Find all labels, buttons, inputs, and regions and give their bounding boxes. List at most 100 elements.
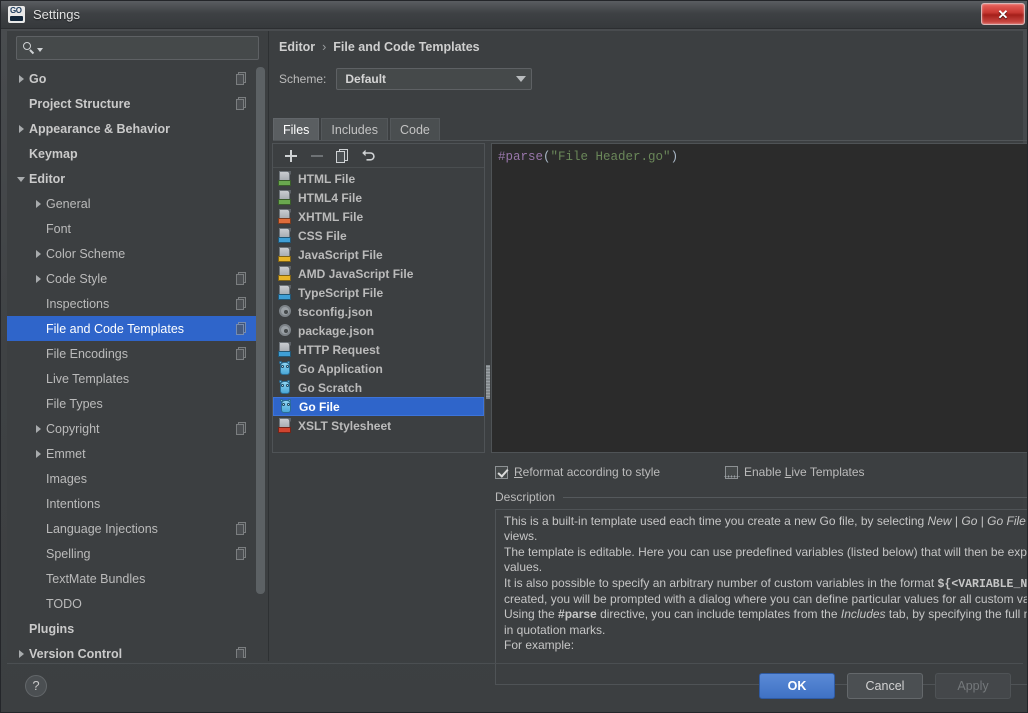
sidebar-item-todo[interactable]: TODO xyxy=(7,591,261,616)
sidebar-item-editor[interactable]: Editor xyxy=(7,166,261,191)
chevron-down-icon[interactable] xyxy=(15,172,29,186)
list-item[interactable]: AMD JavaScript File xyxy=(273,264,484,283)
close-icon: ✕ xyxy=(997,6,1009,22)
sidebar-item-spelling[interactable]: Spelling xyxy=(7,541,261,566)
focus-indicator xyxy=(724,475,740,478)
undo-icon xyxy=(362,149,375,161)
templates-workspace: HTML File HTML4 File XHTML File CSS File Jav… xyxy=(272,143,1027,453)
sidebar-scrollbar-thumb[interactable] xyxy=(256,67,265,594)
breadcrumb-root[interactable]: Editor xyxy=(279,40,315,54)
list-item[interactable]: package.json xyxy=(273,321,484,340)
scheme-label: Scheme: xyxy=(279,72,327,86)
copy-settings-icon[interactable] xyxy=(236,347,248,360)
chevron-down-icon[interactable] xyxy=(37,47,43,52)
reset-template-button[interactable] xyxy=(357,146,381,166)
chevron-right-icon[interactable] xyxy=(15,647,29,659)
sidebar-item-code-style[interactable]: Code Style xyxy=(7,266,261,291)
sidebar-item-file-types[interactable]: File Types xyxy=(7,391,261,416)
sidebar-item-font[interactable]: Font xyxy=(7,216,261,241)
xslt-stylesheet-icon xyxy=(278,418,292,433)
description-legend-label: Description xyxy=(495,490,556,504)
list-item[interactable]: HTTP Request xyxy=(273,340,484,359)
sidebar-item-language-injections[interactable]: Language Injections xyxy=(7,516,261,541)
sidebar-item-label: Emmet xyxy=(46,446,86,461)
copy-settings-icon[interactable] xyxy=(236,72,248,85)
list-item[interactable]: Go Application xyxy=(273,359,484,378)
sidebar-item-general[interactable]: General xyxy=(7,191,261,216)
list-item[interactable]: Go Scratch xyxy=(273,378,484,397)
chevron-right-icon[interactable] xyxy=(15,72,29,86)
sidebar-item-plugins[interactable]: Plugins xyxy=(7,616,261,641)
template-name: CSS File xyxy=(298,228,347,243)
breadcrumb-separator-icon: › xyxy=(322,40,327,54)
remove-template-button xyxy=(305,146,329,166)
sidebar-item-version-control[interactable]: Version Control xyxy=(7,641,261,658)
sidebar-item-textmate-bundles[interactable]: TextMate Bundles xyxy=(7,566,261,591)
template-list-toolbar xyxy=(273,144,484,168)
sidebar-item-keymap[interactable]: Keymap xyxy=(7,141,261,166)
live-templates-checkbox[interactable]: Enable Live Templates xyxy=(725,465,865,479)
cancel-button[interactable]: Cancel xyxy=(847,672,923,699)
chevron-right-icon[interactable] xyxy=(32,272,46,286)
help-button[interactable]: ? xyxy=(25,674,47,697)
chevron-right-icon[interactable] xyxy=(32,447,46,461)
sidebar-item-inspections[interactable]: Inspections xyxy=(7,291,261,316)
sidebar-item-label: File Encodings xyxy=(46,346,128,361)
sidebar-item-file-encodings[interactable]: File Encodings xyxy=(7,341,261,366)
reformat-label-rest: eformat according to style xyxy=(522,465,661,479)
copy-template-button[interactable] xyxy=(331,146,355,166)
chevron-right-icon[interactable] xyxy=(15,122,29,136)
copy-settings-icon[interactable] xyxy=(236,547,248,560)
sidebar-item-project-structure[interactable]: Project Structure xyxy=(7,91,261,116)
chevron-right-icon[interactable] xyxy=(32,422,46,436)
list-item[interactable]: HTML File xyxy=(273,169,484,188)
copy-settings-icon[interactable] xyxy=(236,647,248,658)
sidebar-item-file-and-code-templates[interactable]: File and Code Templates xyxy=(7,316,261,341)
list-item[interactable]: XHTML File xyxy=(273,207,484,226)
add-template-button[interactable] xyxy=(279,146,303,166)
copy-settings-icon[interactable] xyxy=(236,522,248,535)
template-list[interactable]: HTML File HTML4 File XHTML File CSS File Jav… xyxy=(273,169,484,452)
sidebar-item-intentions[interactable]: Intentions xyxy=(7,491,261,516)
list-item[interactable]: JavaScript File xyxy=(273,245,484,264)
list-item[interactable]: XSLT Stylesheet xyxy=(273,416,484,435)
tab-files[interactable]: Files xyxy=(273,118,320,140)
sidebar-item-go[interactable]: Go xyxy=(7,66,261,91)
list-item[interactable]: TypeScript File xyxy=(273,283,484,302)
search-input[interactable] xyxy=(47,40,258,56)
sidebar-item-color-scheme[interactable]: Color Scheme xyxy=(7,241,261,266)
chevron-right-icon[interactable] xyxy=(32,247,46,261)
list-item[interactable]: HTML4 File xyxy=(273,188,484,207)
sidebar-item-emmet[interactable]: Emmet xyxy=(7,441,261,466)
list-item[interactable]: CSS File xyxy=(273,226,484,245)
reformat-checkbox[interactable]: Reformat according to style xyxy=(495,465,725,479)
package-json-icon xyxy=(278,323,292,338)
sidebar-item-images[interactable]: Images xyxy=(7,466,261,491)
settings-search-box[interactable] xyxy=(16,36,259,60)
template-code-editor[interactable]: #parse("File Header.go") xyxy=(491,143,1027,453)
list-item[interactable]: Go File xyxy=(273,397,484,416)
chevron-right-icon[interactable] xyxy=(32,197,46,211)
search-icon xyxy=(23,41,36,55)
copy-settings-icon[interactable] xyxy=(236,272,248,285)
breadcrumb-current: File and Code Templates xyxy=(333,40,480,54)
copy-settings-icon[interactable] xyxy=(236,322,248,335)
tab-label: Includes xyxy=(331,122,378,137)
copy-settings-icon[interactable] xyxy=(236,297,248,310)
tsconfig-json-icon xyxy=(278,304,292,319)
sidebar-item-copyright[interactable]: Copyright xyxy=(7,416,261,441)
tab-code[interactable]: Code xyxy=(389,118,440,140)
sidebar-item-live-templates[interactable]: Live Templates xyxy=(7,366,261,391)
sidebar-item-appearance-behavior[interactable]: Appearance & Behavior xyxy=(7,116,261,141)
checkbox-box-icon[interactable] xyxy=(495,465,508,479)
copy-settings-icon[interactable] xyxy=(236,422,248,435)
sidebar-scrollbar[interactable] xyxy=(256,67,265,657)
ok-button[interactable]: OK xyxy=(759,672,835,699)
tab-includes[interactable]: Includes xyxy=(321,118,388,140)
copy-settings-icon[interactable] xyxy=(236,97,248,110)
scheme-dropdown[interactable]: Default xyxy=(336,68,533,90)
list-item[interactable]: tsconfig.json xyxy=(273,302,484,321)
close-window-button[interactable]: ✕ xyxy=(981,3,1025,25)
